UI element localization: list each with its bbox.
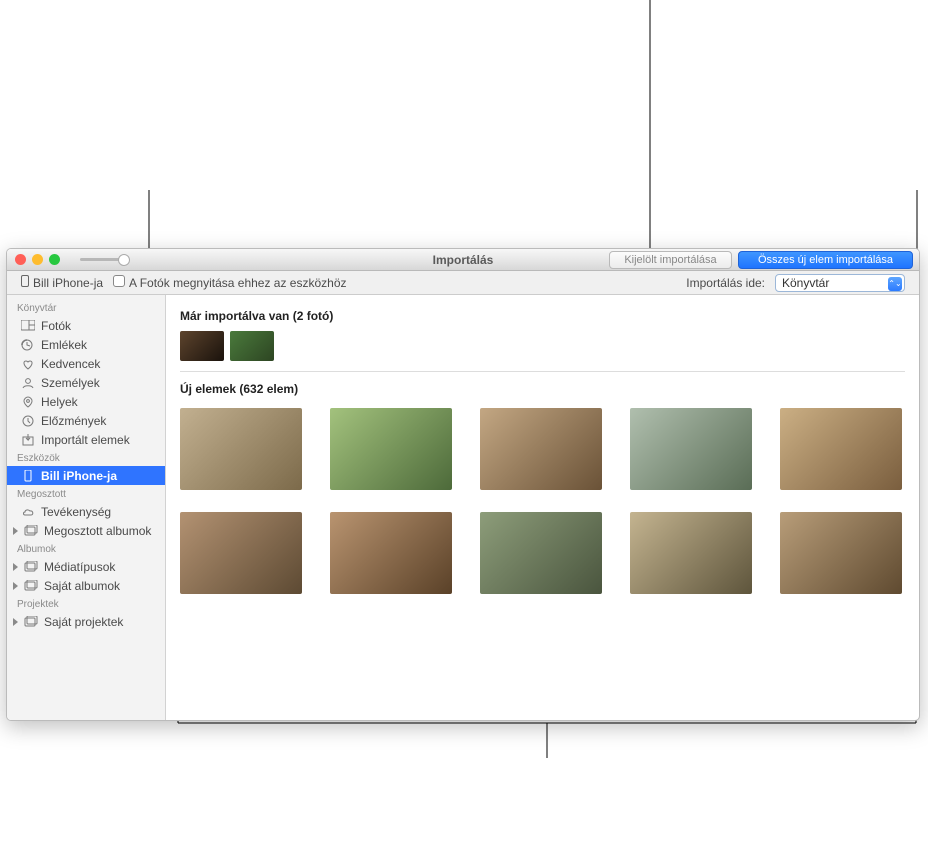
thumbnail[interactable] <box>480 512 602 594</box>
sidebar-item-mediatypes[interactable]: Médiatípusok <box>7 557 165 576</box>
sidebar-item-label: Importált elemek <box>41 433 130 447</box>
chevron-updown-icon: ⌃⌄ <box>888 277 902 291</box>
sidebar-item-label: Saját albumok <box>44 579 120 593</box>
thumbnail[interactable] <box>630 512 752 594</box>
already-imported-header: Már importálva van (2 fotó) <box>180 309 905 323</box>
sidebar-item-myprojects[interactable]: Saját projektek <box>7 612 165 631</box>
divider <box>180 371 905 372</box>
sidebar-item-label: Helyek <box>41 395 78 409</box>
import-to-select[interactable]: Könyvtár ⌃⌄ <box>775 274 905 292</box>
sidebar-header-projects: Projektek <box>7 595 165 612</box>
thumbnail[interactable] <box>330 408 452 490</box>
window-controls <box>7 254 60 265</box>
import-to-value: Könyvtár <box>782 276 829 290</box>
sidebar-item-people[interactable]: Személyek <box>7 373 165 392</box>
sidebar-item-label: Előzmények <box>41 414 106 428</box>
sidebar: Könyvtár Fotók Emlékek Kedvencek Személy… <box>7 295 166 720</box>
disclosure-icon[interactable] <box>13 582 18 590</box>
sidebar-item-label: Személyek <box>41 376 100 390</box>
sidebar-item-activity[interactable]: Tevékenység <box>7 502 165 521</box>
open-for-device-checkbox[interactable] <box>113 275 125 287</box>
app-window: Importálás Kijelölt importálása Összes ú… <box>6 248 920 721</box>
person-icon <box>21 377 35 389</box>
sidebar-item-device[interactable]: Bill iPhone-ja <box>7 466 165 485</box>
zoom-icon[interactable] <box>49 254 60 265</box>
close-icon[interactable] <box>15 254 26 265</box>
sidebar-header-devices: Eszközök <box>7 449 165 466</box>
import-pane: Már importálva van (2 fotó) Új elemek (6… <box>166 295 919 720</box>
import-toolbar: Bill iPhone-ja A Fotók megnyitása ehhez … <box>7 271 919 295</box>
thumbnail[interactable] <box>180 512 302 594</box>
sidebar-item-history[interactable]: Előzmények <box>7 411 165 430</box>
album-icon <box>24 525 38 537</box>
memories-icon <box>21 339 35 351</box>
cloud-icon <box>21 506 35 518</box>
import-icon <box>21 434 35 446</box>
disclosure-icon[interactable] <box>13 527 18 535</box>
sidebar-item-favorites[interactable]: Kedvencek <box>7 354 165 373</box>
thumbnail[interactable] <box>180 331 224 361</box>
heart-icon <box>21 358 35 370</box>
thumbnail[interactable] <box>630 408 752 490</box>
sidebar-item-label: Médiatípusok <box>44 560 115 574</box>
sidebar-item-places[interactable]: Helyek <box>7 392 165 411</box>
sidebar-item-label: Tevékenység <box>41 505 111 519</box>
minimize-icon[interactable] <box>32 254 43 265</box>
import-to-label: Importálás ide: <box>686 276 765 290</box>
album-icon <box>24 561 38 573</box>
thumbnail[interactable] <box>180 408 302 490</box>
new-items-header: Új elemek (632 elem) <box>180 382 905 396</box>
thumbnail[interactable] <box>480 408 602 490</box>
import-all-button[interactable]: Összes új elem importálása <box>738 251 913 269</box>
disclosure-icon[interactable] <box>13 563 18 571</box>
sidebar-item-label: Saját projektek <box>44 615 123 629</box>
album-icon <box>24 616 38 628</box>
sidebar-item-myalbums[interactable]: Saját albumok <box>7 576 165 595</box>
pin-icon <box>21 396 35 408</box>
thumbnail[interactable] <box>780 408 902 490</box>
phone-icon <box>21 275 29 287</box>
sidebar-item-photos[interactable]: Fotók <box>7 316 165 335</box>
thumbnail[interactable] <box>780 512 902 594</box>
sidebar-item-label: Kedvencek <box>41 357 100 371</box>
photos-icon <box>21 320 35 332</box>
new-items-grid <box>180 408 905 594</box>
thumbnail[interactable] <box>330 512 452 594</box>
sidebar-item-label: Fotók <box>41 319 71 333</box>
sidebar-header-albums: Albumok <box>7 540 165 557</box>
sidebar-item-label: Emlékek <box>41 338 87 352</box>
zoom-slider[interactable] <box>80 254 130 266</box>
sidebar-header-library: Könyvtár <box>7 299 165 316</box>
disclosure-icon[interactable] <box>13 618 18 626</box>
sidebar-item-shared-albums[interactable]: Megosztott albumok <box>7 521 165 540</box>
open-for-device-label: A Fotók megnyitása ehhez az eszközhöz <box>129 276 346 290</box>
sidebar-item-imported[interactable]: Importált elemek <box>7 430 165 449</box>
phone-icon <box>21 470 35 482</box>
clock-icon <box>21 415 35 427</box>
sidebar-item-label: Bill iPhone-ja <box>41 469 117 483</box>
device-name: Bill iPhone-ja <box>33 276 103 290</box>
import-selected-button[interactable]: Kijelölt importálása <box>609 251 732 269</box>
sidebar-item-label: Megosztott albumok <box>44 524 151 538</box>
sidebar-header-shared: Megosztott <box>7 485 165 502</box>
titlebar: Importálás Kijelölt importálása Összes ú… <box>7 249 919 271</box>
thumbnail[interactable] <box>230 331 274 361</box>
sidebar-item-memories[interactable]: Emlékek <box>7 335 165 354</box>
album-icon <box>24 580 38 592</box>
